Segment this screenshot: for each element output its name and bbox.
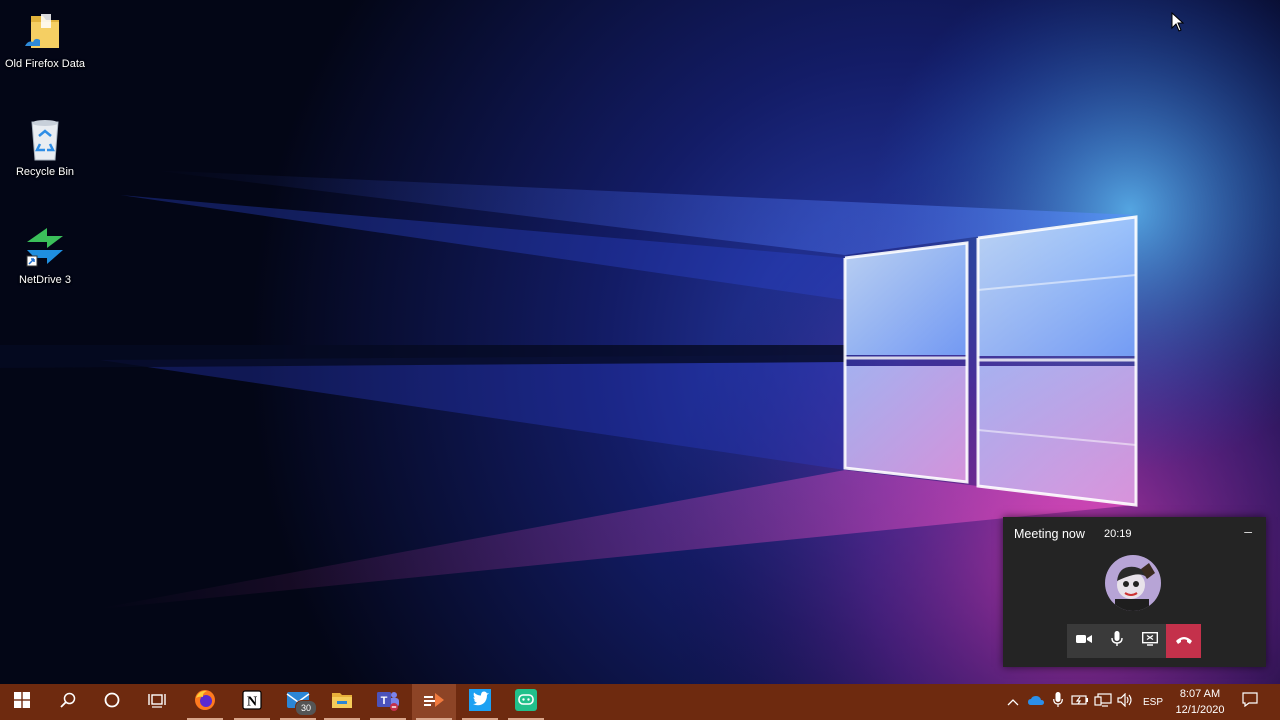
tray-microphone[interactable] bbox=[1048, 684, 1068, 720]
action-center-button[interactable] bbox=[1236, 684, 1264, 720]
hang-up-phone-icon bbox=[1175, 632, 1193, 650]
taskbar-file-explorer[interactable] bbox=[320, 684, 364, 720]
taskbar: N 30 T ESP 8:07 AM 12/1/2020 bbox=[0, 684, 1280, 720]
svg-text:N: N bbox=[247, 694, 257, 709]
start-button[interactable] bbox=[0, 684, 44, 720]
cortana-icon bbox=[104, 692, 120, 713]
taskbar-teams[interactable]: T bbox=[366, 684, 410, 720]
taskbar-clock[interactable]: 8:07 AM 12/1/2020 bbox=[1170, 686, 1230, 718]
taskbar-firefox[interactable] bbox=[183, 684, 227, 720]
taskbar-mail[interactable]: 30 bbox=[276, 684, 320, 720]
clock-date: 12/1/2020 bbox=[1175, 704, 1225, 716]
microphone-icon bbox=[1053, 691, 1063, 713]
tray-input-language[interactable]: ESP bbox=[1138, 684, 1168, 720]
taskbar-notion[interactable]: N bbox=[230, 684, 274, 720]
taskbar-twitter[interactable] bbox=[458, 684, 502, 720]
hang-up-button[interactable] bbox=[1166, 624, 1201, 658]
taskbar-chat-app[interactable] bbox=[504, 684, 548, 720]
share-screen-icon bbox=[1141, 631, 1158, 651]
tray-battery[interactable] bbox=[1070, 684, 1090, 720]
call-controls bbox=[1067, 624, 1201, 658]
task-view-button[interactable] bbox=[135, 684, 179, 720]
folder-icon bbox=[21, 8, 69, 56]
task-view-icon bbox=[148, 692, 166, 713]
avatar bbox=[1105, 555, 1161, 611]
microphone-icon bbox=[1110, 630, 1123, 652]
desktop-icon-old-firefox-data[interactable]: Old Firefox Data bbox=[0, 8, 90, 70]
meeting-mini-window[interactable]: Meeting now 20:19 – bbox=[1003, 517, 1266, 667]
desktop-icon-label: NetDrive 3 bbox=[19, 274, 71, 286]
windows-start-icon bbox=[14, 691, 30, 713]
share-screen-button[interactable] bbox=[1133, 624, 1166, 658]
tray-onedrive[interactable] bbox=[1026, 684, 1046, 720]
desktop-icon-label: Recycle Bin bbox=[15, 166, 75, 178]
meeting-title: Meeting now bbox=[1014, 527, 1085, 541]
tray-network[interactable] bbox=[1092, 684, 1114, 720]
recycle-bin-icon bbox=[21, 116, 69, 164]
svg-text:T: T bbox=[381, 695, 388, 707]
language-indicator: ESP bbox=[1142, 696, 1163, 708]
desktop-icon-recycle-bin[interactable]: Recycle Bin bbox=[0, 116, 90, 178]
file-explorer-icon bbox=[331, 691, 353, 714]
desktop-icon-netdrive[interactable]: NetDrive 3 bbox=[0, 224, 90, 286]
network-icon bbox=[1094, 692, 1112, 712]
cortana-button[interactable] bbox=[90, 684, 134, 720]
firefox-icon bbox=[194, 689, 216, 716]
tray-volume[interactable] bbox=[1115, 684, 1135, 720]
meeting-app-icon bbox=[423, 691, 445, 714]
speaker-volume-icon bbox=[1117, 692, 1133, 712]
search-button[interactable] bbox=[46, 684, 90, 720]
camera-button[interactable] bbox=[1067, 624, 1100, 658]
mail-unread-badge: 30 bbox=[295, 700, 317, 716]
meeting-timer: 20:19 bbox=[1104, 528, 1132, 540]
battery-charging-icon bbox=[1071, 693, 1089, 711]
clock-time: 8:07 AM bbox=[1179, 688, 1221, 700]
taskbar-meeting-app[interactable] bbox=[412, 684, 456, 720]
video-camera-icon bbox=[1075, 632, 1092, 650]
notifications-icon bbox=[1242, 692, 1258, 712]
chevron-up-icon bbox=[1007, 693, 1019, 711]
teams-icon: T bbox=[376, 689, 400, 716]
show-hidden-icons-button[interactable] bbox=[1004, 684, 1022, 720]
notion-icon: N bbox=[242, 689, 262, 715]
search-icon bbox=[60, 692, 76, 713]
netdrive-icon bbox=[21, 224, 69, 272]
microphone-button[interactable] bbox=[1100, 624, 1133, 658]
chat-app-icon bbox=[515, 688, 537, 716]
mouse-cursor-icon bbox=[1171, 11, 1185, 37]
minimize-button[interactable]: – bbox=[1244, 523, 1252, 539]
desktop-icon-label: Old Firefox Data bbox=[4, 58, 86, 70]
twitter-icon bbox=[469, 688, 491, 716]
onedrive-cloud-icon bbox=[1028, 693, 1044, 711]
